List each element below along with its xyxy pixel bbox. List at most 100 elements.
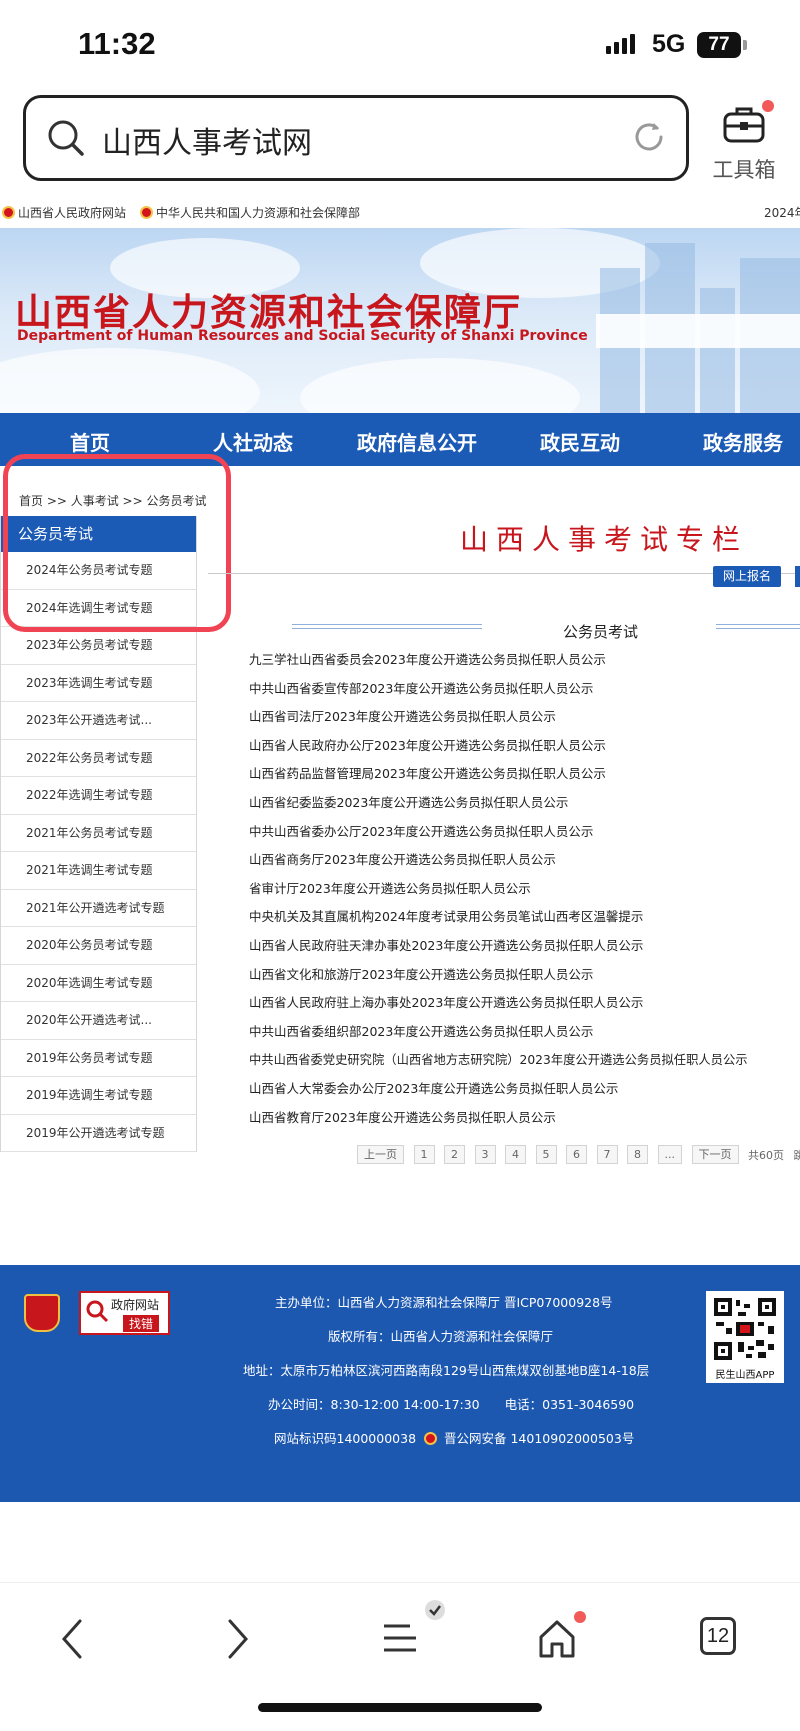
status-bar: 11:32 5G 77 <box>0 0 800 88</box>
tabs-button[interactable]: 12 <box>700 1617 736 1655</box>
article-link[interactable]: 中央机关及其直属机构2024年度考试录用公务员笔试山西考区温馨提示 <box>249 906 748 935</box>
emblem-icon <box>2 206 15 219</box>
article-link[interactable]: 山西省商务厅2023年度公开遴选公务员拟任职人员公示 <box>249 849 748 878</box>
status-time: 11:32 <box>78 26 156 61</box>
notification-dot <box>762 100 774 112</box>
gov-link-mohrss[interactable]: 中华人民共和国人力资源和社会保障部 <box>140 204 360 221</box>
sidebar-item[interactable]: 2023年选调生考试专题 <box>1 664 196 702</box>
qr-code: 民生山西APP <box>706 1291 784 1383</box>
section-rule-right <box>716 624 800 629</box>
page-number[interactable]: 4 <box>505 1145 526 1164</box>
page-number[interactable]: 6 <box>566 1145 587 1164</box>
home-icon[interactable] <box>536 1617 578 1661</box>
sidebar-item[interactable]: 2019年选调生考试专题 <box>1 1077 196 1115</box>
menu-icon[interactable] <box>380 1617 422 1659</box>
next-page-button[interactable]: 下一页 <box>691 1145 739 1164</box>
article-link[interactable]: 山西省人民政府驻天津办事处2023年度公开遴选公务员拟任职人员公示 <box>249 935 748 964</box>
total-pages: 共60页 <box>748 1148 784 1162</box>
magnifier-icon <box>86 1300 109 1323</box>
sidebar-item[interactable]: 2020年公务员考试专题 <box>1 927 196 965</box>
tab-count: 12 <box>706 1625 730 1647</box>
site-title-en: Department of Human Resources and Social… <box>17 328 588 344</box>
page-number[interactable]: 8 <box>627 1145 648 1164</box>
secondary-button[interactable] <box>795 566 800 587</box>
nav-interaction[interactable]: 政民互动 <box>540 427 620 456</box>
gov-site-error-report[interactable]: 政府网站 找错 <box>79 1291 170 1335</box>
page-number[interactable]: 3 <box>474 1145 496 1164</box>
article-link[interactable]: 中共山西省委党史研究院（山西省地方志研究院）2023年度公开遴选公务员拟任职人员… <box>249 1049 748 1078</box>
emblem-icon <box>140 206 153 219</box>
article-link[interactable]: 中共山西省委宣传部2023年度公开遴选公务员拟任职人员公示 <box>249 678 748 707</box>
date-text: 2024年 <box>764 206 800 220</box>
annotation-highlight <box>3 454 231 632</box>
article-link[interactable]: 山西省司法厅2023年度公开遴选公务员拟任职人员公示 <box>249 706 748 735</box>
article-link[interactable]: 九三学社山西省委员会2023年度公开遴选公务员拟任职人员公示 <box>249 649 748 678</box>
article-link[interactable]: 山西省文化和旅游厅2023年度公开遴选公务员拟任职人员公示 <box>249 964 748 993</box>
article-link[interactable]: 省审计厅2023年度公开遴选公务员拟任职人员公示 <box>249 878 748 907</box>
article-link[interactable]: 山西省纪委监委2023年度公开遴选公务员拟任职人员公示 <box>249 792 748 821</box>
forward-icon[interactable] <box>222 1617 252 1661</box>
page-number[interactable]: 7 <box>596 1145 618 1164</box>
menu-badge-icon <box>425 1600 445 1620</box>
column-title: 山西人事考试专栏 <box>460 523 749 556</box>
article-link[interactable]: 山西省人民政府办公厅2023年度公开遴选公务员拟任职人员公示 <box>249 735 748 764</box>
nav-home[interactable]: 首页 <box>70 427 110 456</box>
footer-address: 地址：太原市万柏林区滨河西路南段129号山西焦煤双创基地B座14-18层 <box>243 1363 650 1378</box>
pagination: 上一页 1 2 3 4 5 6 7 8 ... 下一页 共60页 跳至 1 <box>357 1145 800 1164</box>
page-number[interactable]: 2 <box>444 1145 465 1164</box>
gov-links-strip: 山西省人民政府网站 中华人民共和国人力资源和社会保障部 2024年 <box>0 198 800 228</box>
online-register-button[interactable]: 网上报名 <box>713 566 781 587</box>
sidebar-item[interactable]: 2023年公开遴选考试... <box>1 702 196 740</box>
toolbox-label: 工具箱 <box>712 158 776 182</box>
battery-icon: 77 <box>697 32 741 58</box>
article-link[interactable]: 中共山西省委办公厅2023年度公开遴选公务员拟任职人员公示 <box>249 821 748 850</box>
gov-link-shanxi[interactable]: 山西省人民政府网站 <box>2 204 126 221</box>
qr-code-icon <box>712 1296 778 1362</box>
page-number[interactable]: 5 <box>535 1145 557 1164</box>
phone-screen: 11:32 5G 77 山西人事考试网 工具箱 山西省人民政府网站 中华人民共和… <box>0 0 800 1731</box>
address-bar[interactable]: 山西人事考试网 <box>23 95 689 181</box>
article-link[interactable]: 山西省人民政府驻上海办事处2023年度公开遴选公务员拟任职人员公示 <box>249 992 748 1021</box>
article-link[interactable]: 山西省教育厅2023年度公开遴选公务员拟任职人员公示 <box>249 1107 748 1136</box>
footer-copyright: 版权所有：山西省人力资源和社会保障厅 <box>328 1329 554 1344</box>
article-list: 九三学社山西省委员会2023年度公开遴选公务员拟任职人员公示 中共山西省委宣传部… <box>249 649 748 1135</box>
section-rule-left <box>292 624 482 629</box>
sidebar-item[interactable]: 2021年公务员考试专题 <box>1 814 196 852</box>
search-query[interactable]: 山西人事考试网 <box>102 118 312 162</box>
nav-news[interactable]: 人社动态 <box>213 427 293 456</box>
sidebar-item[interactable]: 2022年选调生考试专题 <box>1 777 196 815</box>
sidebar-item[interactable]: 2020年公开遴选考试... <box>1 1002 196 1040</box>
party-badge-icon[interactable] <box>24 1294 60 1332</box>
sidebar-item[interactable]: 2019年公务员考试专题 <box>1 1039 196 1077</box>
sidebar-item[interactable]: 2021年公开遴选考试专题 <box>1 889 196 927</box>
refresh-icon[interactable] <box>630 118 668 160</box>
page-number[interactable]: 1 <box>413 1145 435 1164</box>
sidebar-item[interactable]: 2023年公务员考试专题 <box>1 627 196 665</box>
gov-site-error-label: 找错 <box>123 1315 160 1332</box>
battery-tip <box>743 40 747 50</box>
prev-page-button[interactable]: 上一页 <box>357 1145 404 1164</box>
network-type: 5G <box>652 30 686 58</box>
nav-services[interactable]: 政务服务 <box>703 427 783 456</box>
article-link[interactable]: 中共山西省委组织部2023年度公开遴选公务员拟任职人员公示 <box>249 1021 748 1050</box>
home-notification-dot <box>574 1611 586 1623</box>
sidebar-item[interactable]: 2020年选调生考试专题 <box>1 964 196 1002</box>
sidebar-item[interactable]: 2021年选调生考试专题 <box>1 852 196 890</box>
back-icon[interactable] <box>58 1617 88 1661</box>
footer-police[interactable]: 晋公网安备 14010902000503号 <box>444 1431 634 1446</box>
banner-search-box[interactable] <box>596 314 800 348</box>
sidebar-item[interactable]: 2019年公开遴选考试专题 <box>1 1114 196 1152</box>
site-banner: 山西省人力资源和社会保障厅 Department of Human Resour… <box>0 228 800 413</box>
toolbox-button[interactable]: 工具箱 <box>704 100 784 184</box>
nav-info-disclosure[interactable]: 政府信息公开 <box>357 427 477 456</box>
signal-icon <box>606 34 638 54</box>
article-link[interactable]: 山西省人大常委会办公厅2023年度公开遴选公务员拟任职人员公示 <box>249 1078 748 1107</box>
section-title: 公务员考试 <box>563 623 639 641</box>
gov-site-label: 政府网站 <box>111 1298 160 1312</box>
jump-label: 跳至 <box>793 1148 800 1162</box>
toolbox-icon <box>723 107 765 143</box>
column-divider <box>208 573 800 574</box>
sidebar-item[interactable]: 2022年公务员考试专题 <box>1 739 196 777</box>
article-link[interactable]: 山西省药品监督管理局2023年度公开遴选公务员拟任职人员公示 <box>249 763 748 792</box>
site-footer: 政府网站 找错 主办单位：山西省人力资源和社会保障厅 晋ICP07000928号… <box>0 1265 800 1502</box>
